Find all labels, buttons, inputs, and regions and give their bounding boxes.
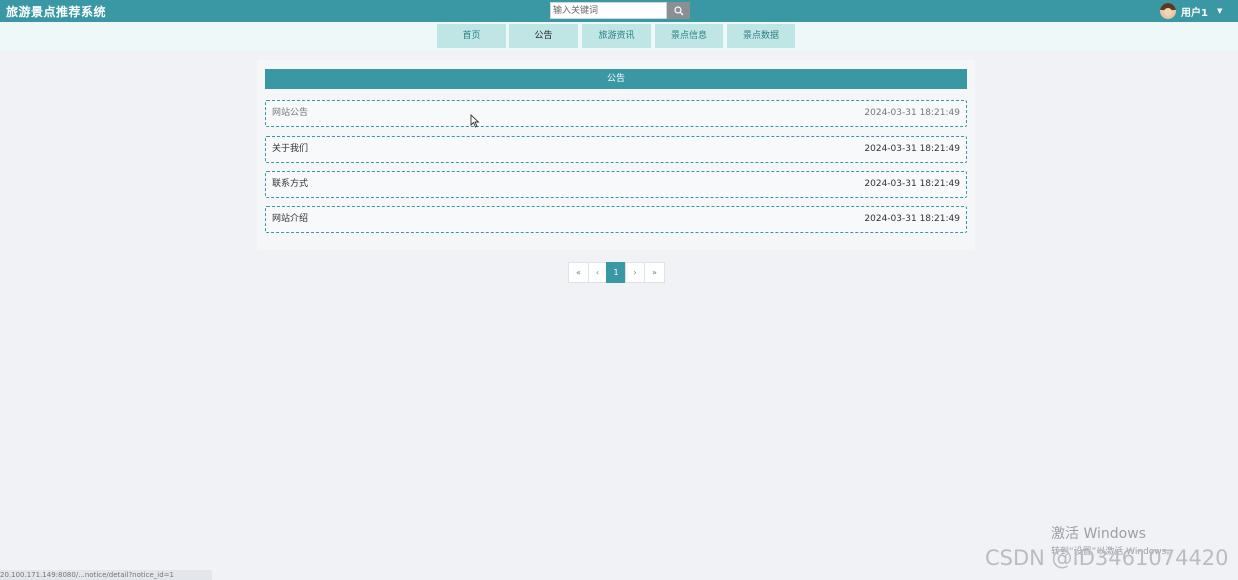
- notice-time: 2024-03-31 18:21:49: [864, 214, 960, 224]
- notice-time: 2024-03-31 18:21:49: [864, 179, 960, 189]
- avatar[interactable]: [1160, 3, 1176, 19]
- search-button[interactable]: [667, 2, 690, 19]
- user-name[interactable]: 用户1: [1181, 4, 1208, 19]
- pagination: « ‹ 1 › »: [568, 262, 665, 283]
- next-page-button[interactable]: ›: [625, 262, 645, 283]
- main-nav: 首页 公告 旅游资讯 景点信息 景点数据: [0, 22, 1238, 51]
- top-header-bar: 旅游景点推荐系统 用户1 ▼: [0, 0, 1238, 22]
- search-input[interactable]: [550, 2, 667, 19]
- search-icon: [673, 5, 683, 15]
- nav-item-notice[interactable]: 公告: [509, 24, 578, 48]
- nav-item-scenic-data[interactable]: 景点数据: [727, 24, 795, 48]
- last-page-button[interactable]: »: [644, 262, 665, 283]
- user-menu[interactable]: 用户1 ▼: [1160, 2, 1222, 20]
- nav-item-travel-news[interactable]: 旅游资讯: [582, 24, 651, 48]
- panel-title: 公告: [265, 69, 967, 89]
- notice-item[interactable]: 关于我们 2024-03-31 18:21:49: [265, 136, 967, 163]
- notice-title[interactable]: 网站介绍: [272, 207, 308, 232]
- notice-item[interactable]: 网站公告 2024-03-31 18:21:49: [265, 100, 967, 127]
- notice-title[interactable]: 网站公告: [272, 101, 308, 126]
- nav-item-scenic-info[interactable]: 景点信息: [655, 24, 723, 48]
- notice-title[interactable]: 联系方式: [272, 172, 308, 197]
- first-page-button[interactable]: «: [568, 262, 589, 283]
- activation-title: 激活 Windows: [1051, 526, 1146, 542]
- chevron-down-icon[interactable]: ▼: [1217, 7, 1222, 15]
- notice-item[interactable]: 联系方式 2024-03-31 18:21:49: [265, 171, 967, 198]
- mouse-cursor-icon: [470, 114, 480, 128]
- search-box: [550, 2, 690, 19]
- browser-status-url: 20.100.171.149:8080/...notice/detail?not…: [0, 570, 212, 580]
- notice-item[interactable]: 网站介绍 2024-03-31 18:21:49: [265, 206, 967, 233]
- notice-title[interactable]: 关于我们: [272, 137, 308, 162]
- site-title[interactable]: 旅游景点推荐系统: [6, 3, 106, 20]
- prev-page-button[interactable]: ‹: [588, 262, 607, 283]
- notice-time: 2024-03-31 18:21:49: [864, 108, 960, 118]
- nav-item-home[interactable]: 首页: [437, 24, 506, 48]
- csdn-watermark: CSDN @ID3461074420: [985, 546, 1229, 570]
- notice-time: 2024-03-31 18:21:49: [864, 144, 960, 154]
- page-1-button[interactable]: 1: [606, 262, 626, 283]
- notice-panel: 公告 网站公告 2024-03-31 18:21:49 关于我们 2024-03…: [257, 60, 975, 250]
